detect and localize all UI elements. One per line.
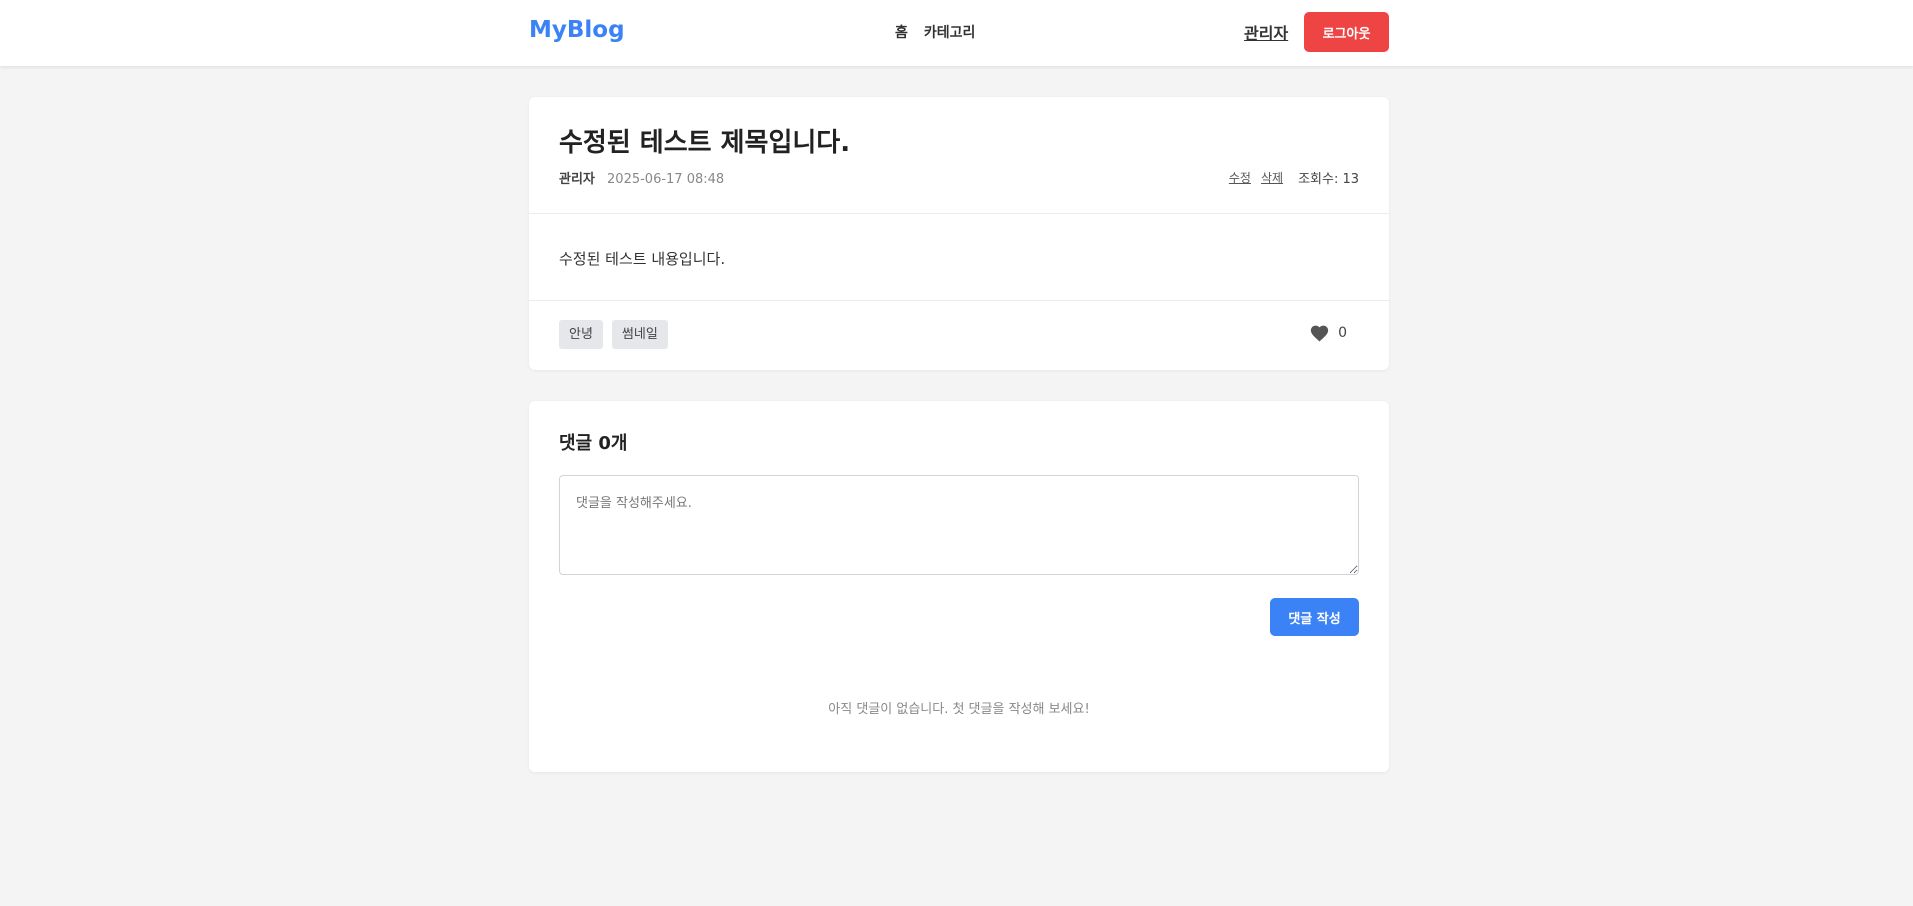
- post-meta: 관리자 2025-06-17 08:48: [559, 168, 724, 187]
- comment-input[interactable]: [559, 475, 1359, 575]
- header-inner: MyBlog 홈 카테고리 관리자 로그아웃: [529, 0, 1389, 66]
- user-profile-link[interactable]: 관리자: [1244, 20, 1288, 44]
- edit-post-link[interactable]: 수정: [1229, 169, 1251, 186]
- post-date: 2025-06-17 08:48: [607, 172, 725, 187]
- site-header: MyBlog 홈 카테고리 관리자 로그아웃: [0, 0, 1913, 66]
- post-card: 수정된 테스트 제목입니다. 관리자 2025-06-17 08:48 수정 삭…: [529, 97, 1389, 370]
- submit-comment-button[interactable]: 댓글 작성: [1270, 598, 1359, 636]
- post-author: 관리자: [559, 172, 595, 187]
- view-count: 조회수: 13: [1298, 172, 1359, 187]
- comment-count-title: 댓글 0개: [559, 433, 628, 454]
- logout-button[interactable]: 로그아웃: [1304, 12, 1389, 52]
- post-footer: 안녕 썸네일 0: [529, 301, 1389, 370]
- post-content: 수정된 테스트 내용입니다.: [559, 250, 726, 268]
- post-title: 수정된 테스트 제목입니다.: [559, 128, 851, 158]
- post-header: 수정된 테스트 제목입니다. 관리자 2025-06-17 08:48 수정 삭…: [529, 97, 1389, 214]
- tag-item[interactable]: 안녕: [559, 320, 603, 349]
- nav-item-category[interactable]: 카테고리: [924, 22, 976, 42]
- post-body: 수정된 테스트 내용입니다.: [529, 214, 1389, 301]
- main-nav: 홈 카테고리: [895, 22, 975, 42]
- like-count: 0: [1338, 324, 1347, 341]
- tag-list: 안녕 썸네일: [559, 320, 668, 349]
- post-actions: 수정 삭제 조회수: 13: [1219, 168, 1359, 187]
- site-logo[interactable]: MyBlog: [529, 17, 625, 43]
- delete-post-link[interactable]: 삭제: [1261, 169, 1283, 186]
- tag-item[interactable]: 썸네일: [611, 320, 668, 349]
- comment-section: 댓글 0개 댓글 작성 아직 댓글이 없습니다. 첫 댓글을 작성해 보세요!: [529, 401, 1389, 772]
- nav-item-home[interactable]: 홈: [895, 22, 908, 42]
- heart-icon: [1310, 325, 1329, 342]
- empty-comments-message: 아직 댓글이 없습니다. 첫 댓글을 작성해 보세요!: [828, 702, 1090, 717]
- like-button[interactable]: 0: [1309, 323, 1347, 342]
